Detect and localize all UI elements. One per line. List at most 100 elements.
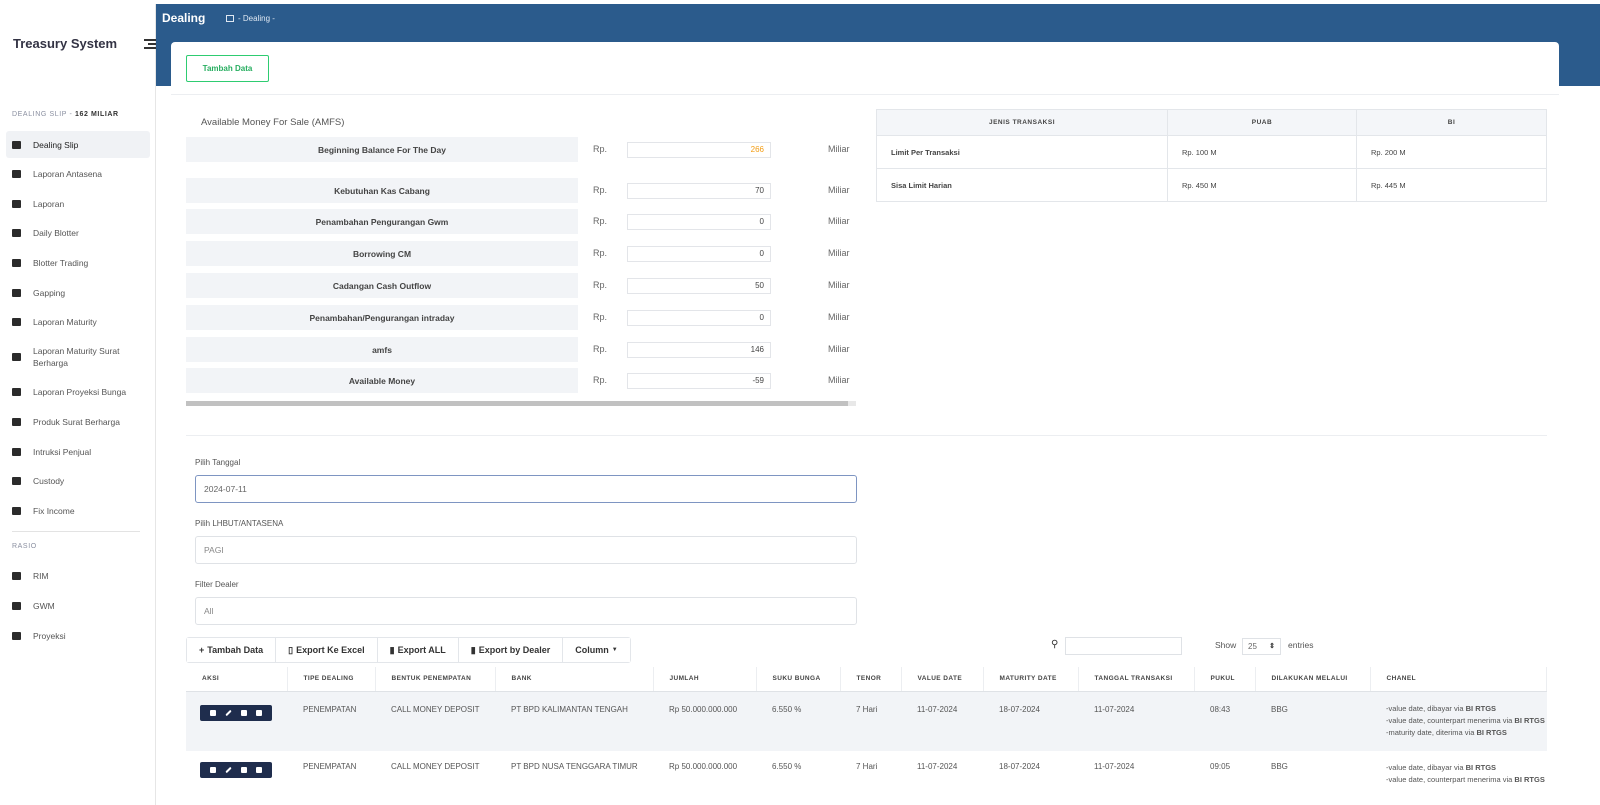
sidebar-item-laporan-maturity-surat-berharga[interactable]: Laporan Maturity Surat Berharga [6, 342, 150, 372]
col-header[interactable]: BANK [495, 667, 654, 692]
cell: CALL MONEY DEPOSIT [391, 762, 480, 771]
cell: Rp 50.000.000.000 [653, 691, 756, 751]
export-all-button[interactable]: ▮ Export ALL [377, 638, 459, 662]
pencil-icon[interactable] [225, 766, 232, 774]
tambah-data-button[interactable]: Tambah Data [186, 55, 269, 82]
sidebar-item-rim[interactable]: RIM [6, 566, 150, 586]
column-dropdown-button[interactable]: Column ▼ [563, 638, 630, 662]
sidebar-item-blotter-trading[interactable]: Blotter Trading [6, 253, 150, 273]
file-excel-icon: ▯ [288, 644, 294, 655]
table-toolbar: + Tambah Data ▯ Export Ke Excel ▮ Export AL… [186, 637, 631, 663]
sidebar-item-proyeksi[interactable]: Proyeksi [6, 626, 150, 646]
updown-icon: ⇕ [1269, 643, 1275, 650]
sidebar-item-laporan[interactable]: Laporan [6, 194, 150, 214]
limit-cell: Rp. 200 M [1356, 135, 1547, 169]
amfs-value-field[interactable]: 50 [627, 278, 771, 294]
sidebar-item-dealing-slip[interactable]: Dealing Slip [6, 131, 150, 158]
trash-icon[interactable] [210, 709, 217, 716]
amfs-row: Borrowing CM Rp. 0 Miliar [186, 241, 856, 266]
col-header[interactable]: VALUE DATE [901, 667, 984, 692]
limit-header: JENIS TRANSAKSI [876, 109, 1168, 136]
amfs-value-field[interactable]: 0 [627, 246, 771, 262]
file-icon[interactable] [255, 709, 262, 716]
amfs-value-field[interactable]: 70 [627, 183, 771, 199]
limit-header: BI [1356, 109, 1547, 136]
sidebar-item-gapping[interactable]: Gapping [6, 283, 150, 303]
amfs-value-field[interactable]: 0 [627, 310, 771, 326]
trash-icon[interactable] [210, 767, 217, 773]
folder-icon[interactable] [240, 709, 247, 716]
show-label: Show [1215, 640, 1237, 650]
sidebar-item-laporan-maturity[interactable]: Laporan Maturity [6, 312, 150, 332]
currency-label: Rp. [593, 216, 608, 226]
currency-label: Rp. [593, 312, 608, 322]
amfs-row: Beginning Balance For The Day Rp. 266 Mi… [186, 137, 856, 162]
col-header[interactable]: CHANEL [1370, 667, 1547, 692]
pencil-icon[interactable] [225, 709, 232, 716]
entries-select[interactable]: 25 ⇕ [1242, 638, 1281, 655]
col-header[interactable]: DILAKUKAN MELALUI [1255, 667, 1371, 692]
sidebar-item-laporan-proyeksi-bunga[interactable]: Laporan Proyeksi Bunga [6, 382, 150, 402]
calendar-icon [12, 572, 21, 580]
export-excel-button[interactable]: ▯ Export Ke Excel [276, 638, 378, 662]
calendar-icon [12, 602, 21, 610]
sidebar-item-laporan-antasena[interactable]: Laporan Antasena [6, 164, 150, 184]
cell: 11-07-2024 [1078, 691, 1194, 751]
unit-label: Miliar [828, 312, 850, 322]
col-header[interactable]: MATURITY DATE [983, 667, 1079, 692]
dealer-label: Filter Dealer [195, 580, 239, 589]
sidebar-item-intruksi-penjual[interactable]: Intruksi Penjual [6, 442, 150, 462]
chanel-cell: -value date, dibayar via BI RTGS -value … [1370, 751, 1547, 801]
amfs-value-field[interactable]: 266 [627, 142, 771, 158]
menu-toggle-icon[interactable] [144, 39, 156, 49]
currency-label: Rp. [593, 185, 608, 195]
tanggal-label: Pilih Tanggal [195, 458, 241, 467]
unit-label: Miliar [828, 344, 850, 354]
tanggal-input[interactable]: 2024-07-11 [195, 475, 857, 503]
search-input[interactable] [1065, 637, 1182, 655]
amfs-row: Penambahan Pengurangan Gwm Rp. 0 Miliar [186, 209, 856, 234]
col-header[interactable]: TANGGAL TRANSAKSI [1078, 667, 1195, 692]
dealer-select[interactable]: All [195, 597, 857, 625]
lhbut-select[interactable]: PAGI [195, 536, 857, 564]
sidebar-item-daily-blotter[interactable]: Daily Blotter [6, 223, 150, 243]
chanel-line: -value date, counterpart menerima via BI… [1386, 715, 1545, 725]
aksi-cell [186, 751, 287, 801]
calendar-icon [12, 318, 21, 326]
col-header[interactable]: SUKU BUNGA [756, 667, 841, 692]
cell: 08:43 [1194, 691, 1255, 751]
entries-label: entries [1288, 640, 1314, 650]
cell: PT BPD KALIMANTAN TENGAH [495, 691, 653, 751]
col-header[interactable]: TENOR [840, 667, 902, 692]
limit-cell: Limit Per Transaksi [876, 135, 1168, 169]
chanel-line: -value date, counterpart menerima via BI… [1386, 775, 1545, 784]
file-icon[interactable] [255, 767, 262, 773]
col-header[interactable]: BENTUK PENEMPATAN [375, 667, 496, 692]
amfs-value-field[interactable]: -59 [627, 373, 771, 389]
calendar-icon [12, 140, 21, 149]
unit-label: Miliar [828, 248, 850, 258]
cell: CALL MONEY DEPOSIT [375, 691, 495, 751]
cell: 18-07-2024 [999, 762, 1040, 771]
folder-icon [12, 229, 21, 237]
export-dealer-button[interactable]: ▮ Export by Dealer [458, 638, 564, 662]
sidebar-item-fix-income[interactable]: Fix Income [6, 501, 150, 521]
amfs-row-label: Available Money [186, 368, 578, 393]
horizontal-scrollbar[interactable] [186, 401, 856, 406]
toolbar-tambah-button[interactable]: + Tambah Data [187, 638, 277, 662]
col-header[interactable]: PUKUL [1194, 667, 1256, 692]
sidebar-item-gwm[interactable]: GWM [6, 596, 150, 616]
sidebar-item-custody[interactable]: Custody [6, 471, 150, 491]
cell: PT BPD NUSA TENGGARA TIMUR [511, 762, 638, 771]
col-header[interactable]: AKSI [186, 667, 288, 692]
folder-icon[interactable] [240, 767, 247, 773]
col-header[interactable]: JUMLAH [653, 667, 757, 692]
col-header[interactable]: TIPE DEALING [287, 667, 376, 692]
calendar-icon [12, 353, 21, 361]
amfs-value-field[interactable]: 146 [627, 342, 771, 358]
table-header-row: AKSI TIPE DEALING BENTUK PENEMPATAN BANK… [186, 667, 1547, 692]
home-icon [226, 15, 234, 22]
amfs-value-field[interactable]: 0 [627, 214, 771, 230]
file-icon: ▮ [470, 644, 476, 655]
sidebar-item-produk-surat-berharga[interactable]: Produk Surat Berharga [6, 412, 150, 432]
